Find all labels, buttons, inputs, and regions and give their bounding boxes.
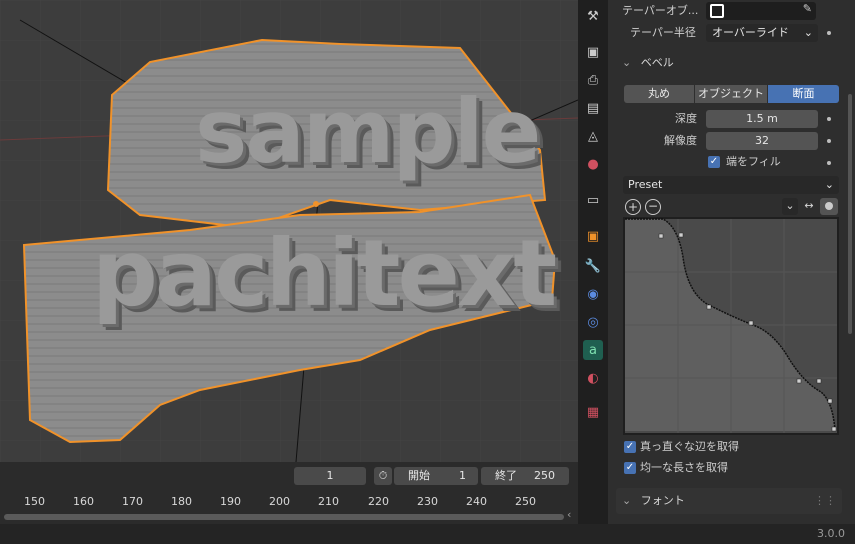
modifier-icon[interactable]: 🔧 — [583, 256, 603, 276]
bevel-subpanel-header[interactable]: ⌄ ベベル — [622, 54, 674, 72]
ruler-tick: 250 — [515, 495, 536, 508]
object-icon — [710, 4, 724, 18]
taper-radius-value: オーバーライド — [712, 26, 789, 39]
frame-start-field[interactable]: 開始 1 — [394, 467, 478, 485]
material-icon[interactable]: ◐ — [583, 368, 603, 388]
even-length-label: 均一な長さを取得 — [640, 461, 728, 474]
particles-icon[interactable]: ◉ — [583, 284, 603, 304]
ruler-tick: 230 — [417, 495, 438, 508]
viewport-text-line2: pachitext — [92, 220, 557, 327]
properties-scrollbar[interactable] — [848, 94, 852, 334]
output-icon[interactable]: ⎙ — [583, 70, 603, 90]
bevel-section-title: ベベル — [640, 56, 674, 69]
frame-start-value: 1 — [459, 469, 466, 482]
ruler-tick: 220 — [368, 495, 389, 508]
timeline-ruler[interactable]: 150 160 170 180 190 200 210 220 230 240 … — [0, 492, 578, 512]
frame-end-field[interactable]: 終了 250 — [481, 467, 569, 485]
bevel-mode-selector: 丸め オブジェクト 断面 — [624, 85, 839, 103]
properties-tab-bar: ⚒ ▣ ⎙ ▤ ◬ ● ▭ ▣ 🔧 ◉ ◎ a ◐ ▦ — [578, 0, 608, 524]
version-label: 3.0.0 — [817, 527, 845, 540]
fill-caps-label: 端をフィル — [726, 155, 781, 168]
resolution-label: 解像度 — [664, 134, 697, 147]
taper-object-field[interactable]: ✎ — [706, 2, 816, 20]
bevel-mode-object[interactable]: オブジェクト — [695, 85, 767, 103]
ruler-tick: 170 — [122, 495, 143, 508]
world-icon[interactable]: ● — [583, 154, 603, 174]
ruler-tick: 150 — [24, 495, 45, 508]
physics-icon[interactable]: ◎ — [583, 312, 603, 332]
ruler-tick: 160 — [73, 495, 94, 508]
depth-field[interactable]: 1.5 m — [706, 110, 818, 128]
auto-keying-icon[interactable]: ⏱ — [374, 467, 392, 485]
3d-viewport[interactable]: sample pachitext — [0, 0, 578, 462]
chevron-down-icon: ⌄ — [622, 56, 632, 69]
texture-icon[interactable]: ▦ — [583, 402, 603, 422]
ruler-tick: 180 — [171, 495, 192, 508]
timeline[interactable]: 1 ⏱ 開始 1 終了 250 150 160 170 180 190 200 … — [0, 462, 578, 524]
ruler-tick: 240 — [466, 495, 487, 508]
data-text-icon[interactable]: a — [583, 340, 603, 360]
font-section-title: フォント — [640, 494, 685, 507]
extend-horizontal-icon[interactable]: ↔ — [800, 198, 818, 215]
drag-handle-icon[interactable]: ⋮⋮ — [814, 488, 836, 514]
chevron-down-icon: ⌄ — [824, 178, 834, 191]
animate-property-dot[interactable] — [827, 31, 831, 35]
status-bar: 3.0.0 — [0, 524, 855, 544]
bevel-mode-profile[interactable]: 断面 — [768, 85, 839, 103]
handle-type-icon[interactable] — [820, 198, 838, 215]
zoom-in-icon[interactable]: + — [625, 199, 641, 215]
straight-edges-label: 真っ直ぐな辺を取得 — [640, 440, 739, 453]
frame-end-label: 終了 — [495, 469, 517, 482]
tool-icon[interactable]: ⚒ — [583, 6, 603, 26]
preset-label: Preset — [628, 178, 663, 191]
render-icon[interactable]: ▣ — [583, 42, 603, 62]
properties-panel: テーパーオブ... ✎ テーパー半径 オーバーライド ⌄ ⌄ ベベル 丸め オブ… — [608, 0, 855, 524]
font-panel-header[interactable]: ⌄ フォント ⋮⋮ — [616, 488, 842, 514]
depth-label: 深度 — [675, 112, 697, 125]
eyedropper-icon[interactable]: ✎ — [803, 2, 812, 15]
profile-curve-widget[interactable] — [623, 217, 839, 435]
chevron-down-icon: ⌄ — [803, 26, 813, 39]
frame-start-label: 開始 — [408, 469, 430, 482]
even-length-checkbox[interactable]: ✓ — [624, 462, 636, 474]
preset-dropdown[interactable]: Preset ⌄ — [623, 176, 839, 194]
taper-radius-dropdown[interactable]: オーバーライド ⌄ — [706, 24, 818, 42]
chevron-down-icon: ⌄ — [622, 494, 632, 507]
ruler-tick: 200 — [269, 495, 290, 508]
taper-object-label: テーパーオブ... — [622, 4, 699, 17]
chevron-down-icon[interactable]: ⌄ — [782, 198, 798, 215]
straight-edges-checkbox[interactable]: ✓ — [624, 441, 636, 453]
ruler-tick: 210 — [318, 495, 339, 508]
collection-icon[interactable]: ▭ — [583, 190, 603, 210]
taper-radius-label: テーパー半径 — [630, 26, 696, 39]
ruler-tick: 190 — [220, 495, 241, 508]
current-frame-field[interactable]: 1 — [294, 467, 366, 485]
chevron-left-icon[interactable]: ‹ — [567, 508, 571, 521]
zoom-out-icon[interactable]: − — [645, 199, 661, 215]
viewport-text-line1: sample — [195, 80, 541, 183]
bevel-mode-round[interactable]: 丸め — [624, 85, 694, 103]
animate-property-dot[interactable] — [827, 139, 831, 143]
view-layer-icon[interactable]: ▤ — [583, 98, 603, 118]
timeline-scrollbar[interactable] — [4, 514, 564, 520]
fill-caps-checkbox[interactable]: ✓ — [708, 156, 720, 168]
object-icon[interactable]: ▣ — [583, 226, 603, 246]
frame-end-value: 250 — [534, 469, 555, 482]
animate-property-dot[interactable] — [827, 117, 831, 121]
animate-property-dot[interactable] — [827, 161, 831, 165]
scene-icon[interactable]: ◬ — [583, 126, 603, 146]
resolution-field[interactable]: 32 — [706, 132, 818, 150]
